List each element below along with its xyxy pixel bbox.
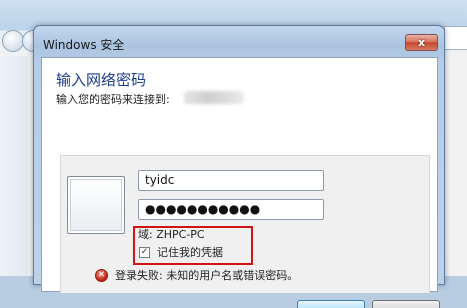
close-button[interactable]: x: [405, 34, 438, 51]
cancel-button[interactable]: [372, 300, 440, 308]
back-nav-icon[interactable]: [2, 30, 24, 52]
password-field[interactable]: ●●●●●●●●●●●: [138, 199, 324, 220]
ok-button[interactable]: [297, 300, 365, 308]
login-error-message: ✕ 登录失败: 未知的用户名或错误密码。: [95, 267, 298, 283]
dialog-content: 输入网络密码 输入您的密码来连接到: tyidc ●●●●●●●●●●● 域: …: [41, 57, 440, 308]
user-tile-avatar: [67, 176, 125, 234]
dialog-heading: 输入网络密码: [56, 71, 147, 89]
security-dialog: Windows 安全 x 输入网络密码 输入您的密码来连接到: tyidc ●●…: [33, 25, 445, 308]
username-field[interactable]: tyidc: [138, 170, 324, 191]
annotation-highlight-box: [133, 226, 253, 265]
error-text: 登录失败: 未知的用户名或错误密码。: [115, 269, 299, 282]
background-sidebar: [0, 56, 28, 276]
background-address-field[interactable]: [444, 26, 467, 50]
connect-to-label: 输入您的密码来连接到:: [56, 93, 170, 106]
redacted-host-name: [184, 91, 244, 104]
error-x-icon: ✕: [95, 268, 108, 282]
dialog-title: Windows 安全: [43, 38, 125, 52]
close-icon: x: [417, 36, 426, 49]
